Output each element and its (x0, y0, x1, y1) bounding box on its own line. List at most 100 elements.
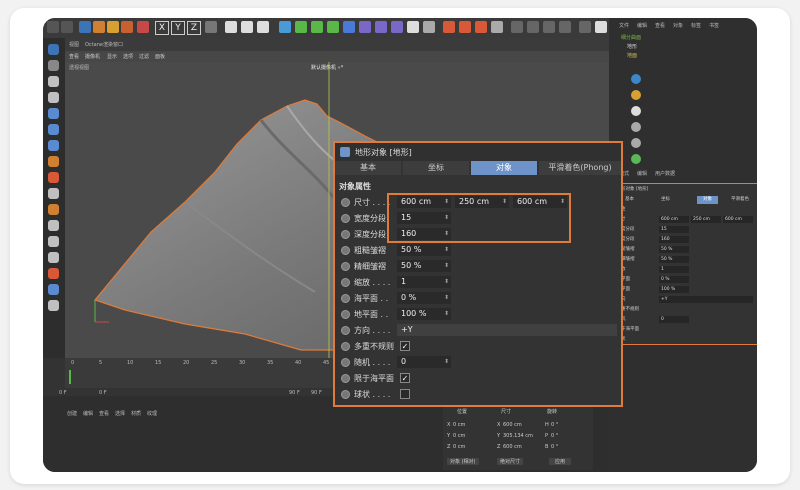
camera-icon[interactable] (391, 21, 403, 33)
scene-icon[interactable] (375, 21, 387, 33)
magnet-icon[interactable] (48, 268, 59, 279)
cloner-icon[interactable] (327, 21, 339, 33)
render-view-icon[interactable] (225, 21, 237, 33)
keyframe-icon[interactable] (341, 294, 350, 303)
coord-value[interactable]: 600 cm (503, 422, 522, 428)
polygons-icon[interactable] (48, 140, 59, 151)
attr-small-field[interactable]: 50 % (659, 256, 689, 263)
octane-light-dot-icon[interactable] (631, 106, 641, 116)
coord-value[interactable]: 0 ° (551, 433, 558, 439)
bm-view[interactable]: 查看 (99, 410, 109, 417)
coord-value[interactable]: 0 ° (551, 422, 558, 428)
keyframe-icon[interactable] (341, 390, 350, 399)
points-icon[interactable] (48, 108, 59, 119)
coord-value[interactable]: 305.134 cm (503, 433, 533, 439)
attr-small-field[interactable]: 0 (659, 316, 689, 323)
scale-field[interactable]: 1 ⬍ (397, 276, 451, 288)
bm-material[interactable]: 材质 (131, 410, 141, 417)
menu-view[interactable]: 视图 (69, 41, 79, 48)
keyframe-icon[interactable] (341, 262, 350, 271)
playhead[interactable] (69, 370, 71, 384)
spinner-icon[interactable]: ⬍ (444, 292, 449, 304)
om-object[interactable]: 对象 (673, 22, 683, 29)
vp-menu-options[interactable]: 选项 (123, 53, 133, 60)
direction-select[interactable]: +Y (397, 324, 617, 336)
light-icon[interactable] (407, 21, 419, 33)
attr-small-tab[interactable]: 平滑着色 (731, 196, 749, 204)
subdivision-icon[interactable] (311, 21, 323, 33)
attr-small-field[interactable]: 160 (659, 236, 689, 243)
deformer-icon[interactable] (343, 21, 355, 33)
menu-octane[interactable]: Octane渲染窗口 (85, 41, 123, 48)
om-edit[interactable]: 编辑 (637, 22, 647, 29)
bm-edit[interactable]: 编辑 (83, 410, 93, 417)
attr-small-field[interactable]: +Y (659, 296, 753, 303)
plugin-icon[interactable] (491, 21, 503, 33)
mode-icon[interactable] (48, 44, 59, 55)
keyframe-icon[interactable] (341, 358, 350, 367)
spinner-icon[interactable]: ⬍ (444, 356, 449, 368)
attr-small-tab-active[interactable]: 对象 (697, 196, 718, 204)
apply-button[interactable]: 应用 (549, 458, 572, 465)
sculpt-icon[interactable] (48, 204, 59, 215)
keyframe-icon[interactable] (341, 214, 350, 223)
render-settings-icon[interactable] (257, 21, 269, 33)
rotate-icon[interactable] (121, 21, 133, 33)
attr-menu-edit[interactable]: 编辑 (637, 170, 647, 177)
coord-value[interactable]: 0 cm (453, 444, 465, 450)
coord-value[interactable]: 600 cm (503, 444, 522, 450)
spinner-icon[interactable]: ⬍ (444, 308, 449, 320)
layout-5-icon[interactable] (579, 21, 591, 33)
coord-system-icon[interactable] (205, 21, 217, 33)
random-field[interactable]: 0 ⬍ (397, 356, 451, 368)
x-axis-icon[interactable]: X (155, 21, 169, 35)
coord-value[interactable]: 0 cm (453, 433, 465, 439)
sea-field[interactable]: 0 % ⬍ (397, 292, 451, 304)
axis-icon[interactable] (48, 92, 59, 103)
attr-small-tab[interactable]: 坐标 (661, 196, 670, 204)
attr-small-field[interactable]: 100 % (659, 286, 689, 293)
rough-field[interactable]: 50 % ⬍ (397, 244, 451, 256)
keyframe-icon[interactable] (341, 246, 350, 255)
tab-object[interactable]: 对象 (471, 161, 537, 175)
om-bookmark[interactable]: 书签 (709, 22, 719, 29)
redo-icon[interactable] (61, 21, 73, 33)
undo-icon[interactable] (47, 21, 59, 33)
sphere-checkbox[interactable] (400, 389, 410, 399)
vp-menu-view[interactable]: 查看 (69, 53, 79, 60)
attr-small-field[interactable]: 600 cm (659, 216, 689, 223)
layout-icon[interactable] (511, 21, 523, 33)
limit-checkbox[interactable]: ✓ (400, 373, 410, 383)
octane-tag-icon[interactable] (631, 122, 641, 132)
tree-item-subdivision[interactable]: 细分曲面 (621, 34, 641, 41)
edges-icon[interactable] (48, 124, 59, 135)
om-view[interactable]: 查看 (655, 22, 665, 29)
tab-coords[interactable]: 坐标 (403, 161, 469, 175)
layout-3-icon[interactable] (543, 21, 555, 33)
spinner-icon[interactable]: ⬍ (444, 244, 449, 256)
brush-icon[interactable] (48, 172, 59, 183)
layout-6-icon[interactable] (595, 21, 607, 33)
keyframe-icon[interactable] (341, 374, 350, 383)
lock-icon[interactable] (48, 188, 59, 199)
keyframe-icon[interactable] (341, 278, 350, 287)
vp-menu-filter[interactable]: 过滤 (139, 53, 149, 60)
layout-2-icon[interactable] (527, 21, 539, 33)
grid-icon[interactable] (48, 220, 59, 231)
octane-light-icon[interactable] (475, 21, 487, 33)
tag-icon[interactable] (423, 21, 435, 33)
octane-material-icon[interactable] (459, 21, 471, 33)
attr-small-field[interactable]: 250 cm (691, 216, 721, 223)
attr-small-tab[interactable]: 基本 (625, 196, 634, 204)
coord-value[interactable]: 0 cm (453, 422, 465, 428)
bm-create[interactable]: 创建 (67, 410, 77, 417)
octane-sun-icon[interactable] (631, 90, 641, 100)
tree-item-terrain[interactable]: 地形 (627, 43, 637, 50)
coord-mode-select[interactable]: 对象 (相对) (447, 458, 479, 465)
keyframe-icon[interactable] (341, 310, 350, 319)
octane-env-icon[interactable] (631, 154, 641, 164)
layout-4-icon[interactable] (559, 21, 571, 33)
move-icon[interactable] (93, 21, 105, 33)
ground-field[interactable]: 100 % ⬍ (397, 308, 451, 320)
attr-small-field[interactable]: 0 % (659, 276, 689, 283)
